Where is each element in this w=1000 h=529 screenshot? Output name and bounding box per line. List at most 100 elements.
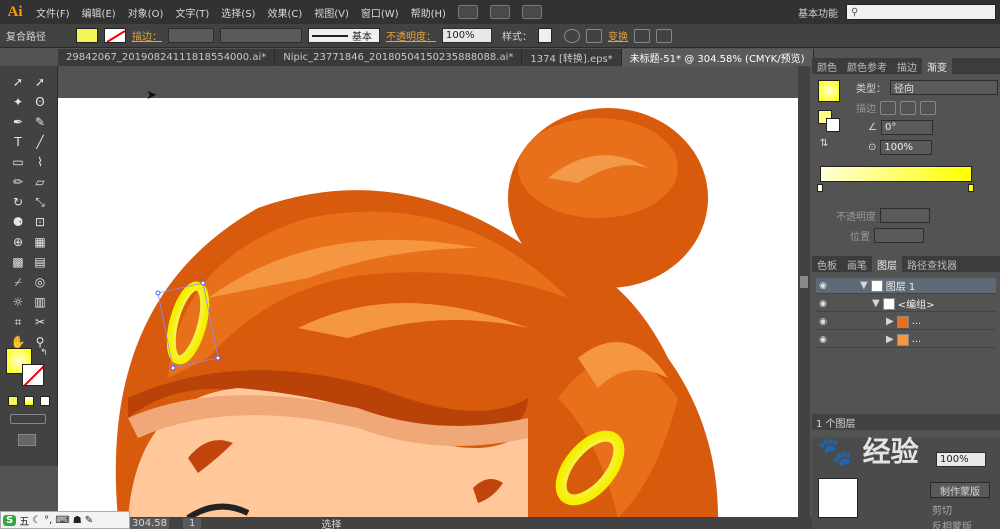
artboard[interactable] [58, 98, 798, 517]
gradient-opacity-select[interactable] [880, 208, 930, 223]
stroke-color-box[interactable] [22, 364, 44, 386]
line-tool-icon[interactable]: ╱ [32, 134, 48, 150]
menu-object[interactable]: 对象(O) [122, 5, 170, 20]
paintbrush-tool-icon[interactable]: ⌇ [32, 154, 48, 170]
direct-selection-tool-icon[interactable]: ➚ [32, 74, 48, 90]
menu-window[interactable]: 窗口(W) [355, 5, 405, 20]
eraser-tool-icon[interactable]: ▱ [32, 174, 48, 190]
gradient-stroke-swatch[interactable] [826, 118, 840, 132]
stroke-weight-select[interactable] [168, 28, 214, 43]
menu-effect[interactable]: 效果(C) [261, 5, 308, 20]
graphic-style-swatch[interactable] [538, 28, 552, 43]
tab-color[interactable]: 颜色 [812, 58, 842, 74]
gradient-stop-end[interactable] [968, 184, 974, 192]
selection-handle[interactable] [215, 355, 221, 361]
gradient-stop-start[interactable] [817, 184, 823, 192]
brush-definition-select[interactable]: 基本 [308, 28, 380, 43]
artboard-tool-icon[interactable]: ⌗ [10, 314, 26, 330]
width-tool-icon[interactable]: ⚈ [10, 214, 26, 230]
layer-name[interactable]: 图层 1 [886, 278, 916, 293]
gradient-location-select[interactable] [874, 228, 924, 243]
selection-tool-icon[interactable]: ➚ [10, 74, 26, 90]
visibility-eye-icon[interactable]: ◉ [816, 335, 830, 345]
expand-triangle-icon[interactable]: ▼ [872, 298, 880, 309]
collapse-triangle-icon[interactable]: ▶ [886, 334, 894, 345]
reverse-gradient-icon[interactable]: ⇅ [820, 138, 828, 149]
wrench-icon[interactable]: ✎ [85, 515, 93, 526]
tab-document-active[interactable]: 未标题-51* @ 304.58% (CMYK/预览) [621, 49, 814, 66]
type-tool-icon[interactable]: T [10, 134, 26, 150]
canvas-area[interactable]: ➤ [58, 66, 798, 517]
collapse-triangle-icon[interactable]: ▶ [886, 316, 894, 327]
lasso-tool-icon[interactable]: ʘ [32, 94, 48, 110]
variable-width-select[interactable] [220, 28, 302, 43]
opacity-input[interactable]: 100% [442, 28, 492, 43]
menu-select[interactable]: 选择(S) [215, 5, 261, 20]
swap-fill-stroke-icon[interactable]: ↰ [40, 348, 48, 358]
layer-row[interactable]: ◉ ▶ ... [816, 314, 996, 330]
shape-builder-tool-icon[interactable]: ⊕ [10, 234, 26, 250]
zoom-input[interactable]: 304.58 [130, 517, 169, 529]
gradient-slider[interactable] [820, 166, 972, 182]
perspective-grid-tool-icon[interactable]: ▦ [32, 234, 48, 250]
align-icon[interactable] [586, 28, 602, 43]
free-transform-tool-icon[interactable]: ⊡ [32, 214, 48, 230]
keyboard-icon[interactable]: ⌨ [55, 515, 69, 526]
none-mode-icon[interactable] [40, 396, 50, 406]
visibility-eye-icon[interactable]: ◉ [816, 299, 830, 309]
make-mask-button[interactable]: 制作蒙版 [930, 482, 990, 498]
layer-name[interactable]: <编组> [898, 296, 935, 311]
sync-icon[interactable] [521, 5, 542, 19]
layer-name[interactable]: ... [912, 334, 922, 345]
select-similar-icon[interactable] [656, 28, 672, 43]
tab-document-2[interactable]: Nipic_23771846_20180504150235888088.ai* [275, 49, 523, 66]
menu-type[interactable]: 文字(T) [169, 5, 215, 20]
color-mode-icon[interactable] [8, 396, 18, 406]
tab-stroke[interactable]: 描边 [892, 58, 922, 74]
selection-handle[interactable] [200, 280, 206, 286]
pen-tool-icon[interactable]: ✒ [10, 114, 26, 130]
magic-wand-tool-icon[interactable]: ✦ [10, 94, 26, 110]
scale-tool-icon[interactable]: ⤡ [32, 194, 48, 210]
opacity-label[interactable]: 不透明度： [386, 28, 436, 43]
clip-checkbox-label[interactable]: 剪切 [932, 502, 952, 517]
stroke-across-icon[interactable] [920, 100, 936, 115]
menu-help[interactable]: 帮助(H) [405, 5, 452, 20]
stroke-swatch[interactable] [104, 28, 126, 43]
arrange-documents-icon[interactable] [489, 5, 510, 19]
column-graph-tool-icon[interactable]: ▥ [32, 294, 48, 310]
draw-mode-icon[interactable] [10, 414, 46, 424]
page-input[interactable]: 1 [183, 517, 202, 529]
selection-handle[interactable] [170, 365, 176, 371]
tab-swatches[interactable]: 色板 [812, 256, 842, 272]
visibility-eye-icon[interactable]: ◉ [816, 317, 830, 327]
gradient-mode-icon[interactable] [24, 396, 34, 406]
vertical-scrollbar[interactable] [798, 66, 810, 517]
tab-document-1[interactable]: 29842067_20190824111818554000.ai* [58, 49, 276, 66]
rotate-tool-icon[interactable]: ↻ [10, 194, 26, 210]
layer-name[interactable]: ... [912, 316, 922, 327]
ime-mode-label[interactable]: 五 [19, 513, 29, 528]
tab-gradient[interactable]: 渐变 [922, 58, 952, 74]
gradient-preview[interactable] [818, 80, 840, 102]
layer-row[interactable]: ◉ ▶ ... [816, 332, 996, 348]
expand-triangle-icon[interactable]: ▼ [860, 280, 868, 291]
layer-row[interactable]: ◉ ▼ <编组> [816, 296, 996, 312]
stroke-along-icon[interactable] [900, 100, 916, 115]
transform-link[interactable]: 变换 [608, 28, 628, 43]
eyedropper-tool-icon[interactable]: ⌿ [10, 274, 26, 290]
fill-swatch[interactable] [76, 28, 98, 43]
illustration[interactable] [58, 98, 798, 517]
selection-handle[interactable] [155, 290, 161, 296]
screen-mode-icon[interactable] [18, 434, 36, 446]
mesh-tool-icon[interactable]: ▩ [10, 254, 26, 270]
stroke-within-icon[interactable] [880, 100, 896, 115]
scrollbar-thumb[interactable] [800, 276, 808, 288]
moon-icon[interactable]: ☾ [32, 515, 41, 526]
tab-brushes[interactable]: 画笔 [842, 256, 872, 272]
menu-edit[interactable]: 编辑(E) [76, 5, 122, 20]
slice-tool-icon[interactable]: ✂ [32, 314, 48, 330]
tab-layers[interactable]: 图层 [872, 256, 902, 272]
aspect-ratio-input[interactable]: 100% [880, 140, 933, 155]
symbol-sprayer-tool-icon[interactable]: ☼ [10, 294, 26, 310]
